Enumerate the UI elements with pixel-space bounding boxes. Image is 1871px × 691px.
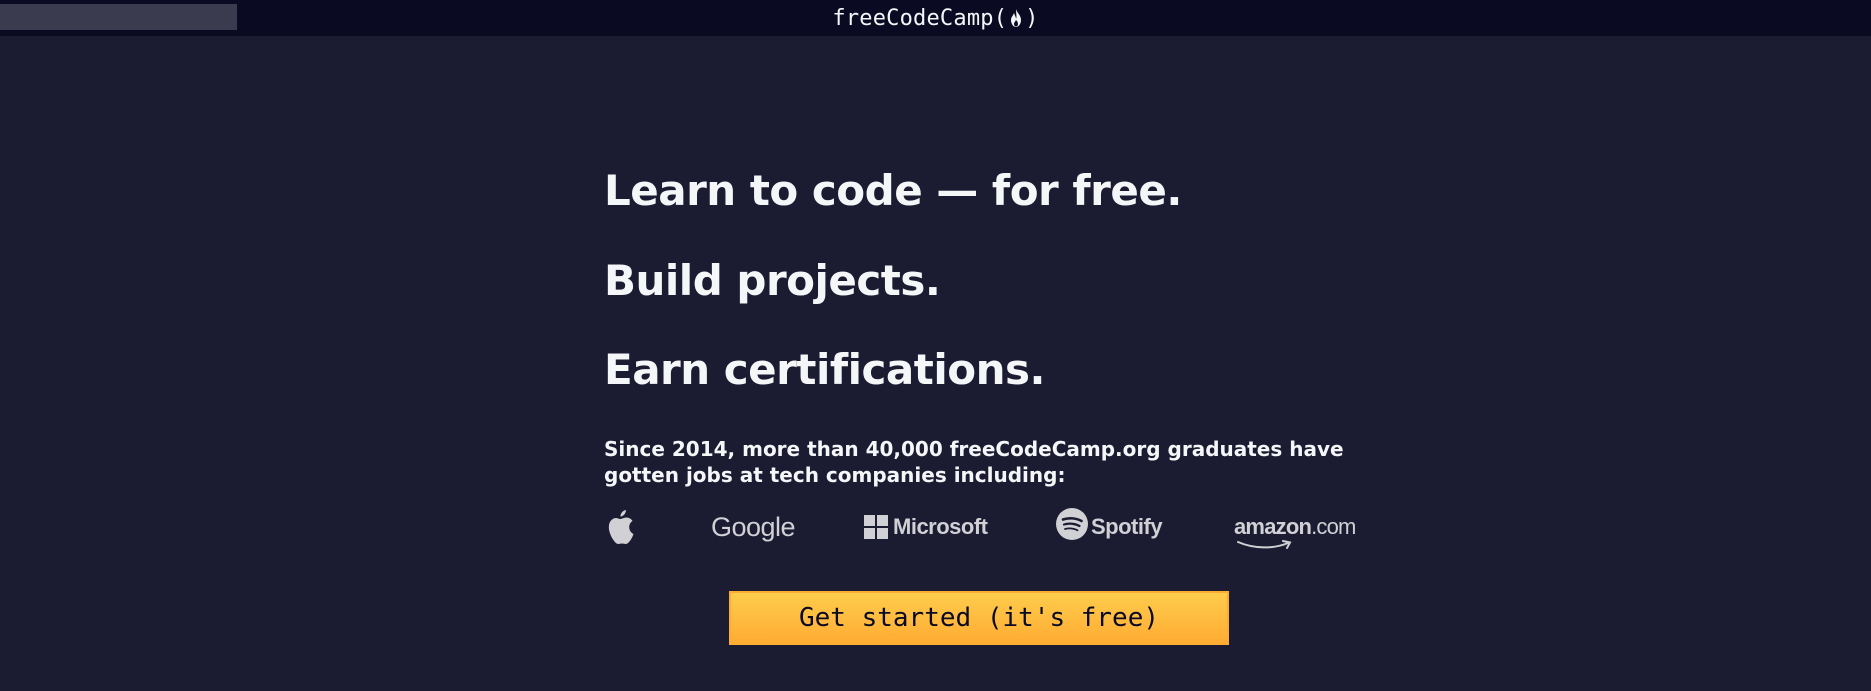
microsoft-grid-icon [864,515,888,539]
get-started-button[interactable]: Get started (it's free) [729,591,1229,645]
navbar: freeCodeCamp( ) [0,0,1871,36]
headline-learn: Learn to code — for free. [604,166,1182,215]
apple-logo-icon [604,505,636,549]
amazon-smile-icon [1237,540,1292,549]
headline-build: Build projects. [604,256,941,305]
headline-earn: Earn certifications. [604,345,1045,394]
company-logos: Google Microsoft Spotify amazon.com [604,505,1364,549]
spotify-logo: Spotify [1056,505,1163,549]
google-logo: Google [711,511,796,542]
logo-text-left: freeCodeCamp( [832,5,1008,31]
flame-icon [1008,8,1024,28]
site-logo[interactable]: freeCodeCamp( ) [0,0,1871,36]
microsoft-logo: Microsoft [864,505,988,549]
hero-subtext: Since 2014, more than 40,000 freeCodeCam… [604,437,1344,487]
logo-text-right: ) [1025,5,1039,31]
spotify-icon [1056,508,1088,546]
amazon-logo: amazon.com [1234,505,1356,549]
